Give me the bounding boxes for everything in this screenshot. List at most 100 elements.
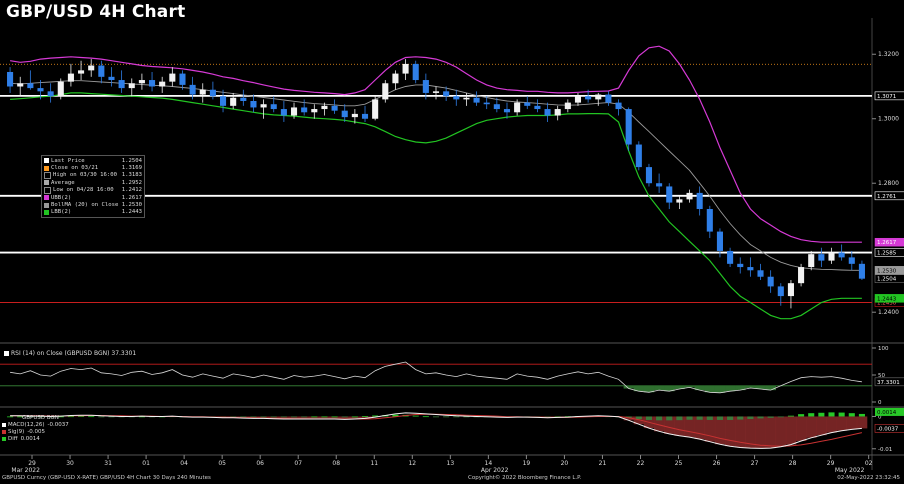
macd-histogram-bar bbox=[453, 416, 460, 418]
legend-value: 1.2443 bbox=[121, 209, 142, 216]
candle-body bbox=[189, 84, 196, 95]
rsi-value-label: 37.3301 bbox=[877, 380, 900, 386]
legend-swatch-icon bbox=[44, 195, 49, 201]
macd-histogram-bar bbox=[757, 416, 764, 419]
candle-body bbox=[747, 267, 754, 271]
macd-legend-label: MACD(12,26) bbox=[8, 421, 45, 428]
macd-neg-fill bbox=[755, 416, 766, 449]
rsi-label: RSI (14) on Close (GBPUSD BGN) 37.3301 bbox=[4, 350, 136, 357]
x-tick-label: 21 bbox=[599, 460, 607, 467]
x-tick-label: 07 bbox=[294, 460, 302, 467]
price-tick-label: 1.3000 bbox=[878, 116, 899, 123]
candle-body bbox=[787, 283, 794, 297]
candle-body bbox=[443, 91, 450, 97]
legend-value: 1.2412 bbox=[121, 187, 142, 194]
candle-body bbox=[17, 83, 24, 87]
value-label: 1.2530 bbox=[877, 268, 897, 274]
macd-legend-label: Diff bbox=[8, 435, 18, 442]
macd-legend-item: MACD(12,26) -0.0037 bbox=[2, 421, 69, 428]
candle-body bbox=[818, 254, 825, 261]
macd-legend-value: 0.0014 bbox=[20, 435, 40, 442]
candle-body bbox=[808, 254, 815, 268]
candle-body bbox=[88, 65, 95, 71]
candle-body bbox=[858, 263, 865, 279]
x-tick-label: 25 bbox=[675, 460, 683, 467]
candle-body bbox=[696, 192, 703, 210]
candle-body bbox=[666, 186, 673, 203]
candle-body bbox=[98, 65, 105, 77]
macd-neg-fill bbox=[816, 416, 827, 436]
x-tick-label: 22 bbox=[637, 460, 645, 467]
candle-body bbox=[169, 73, 176, 82]
macd-histogram-bar bbox=[808, 413, 815, 417]
x-tick-label: 30 bbox=[66, 460, 74, 467]
macd-histogram-bar bbox=[260, 416, 267, 418]
candle-body bbox=[757, 270, 764, 277]
x-tick-label: 05 bbox=[218, 460, 226, 467]
rsi-swatch-icon bbox=[4, 351, 9, 356]
candle-body bbox=[463, 97, 470, 100]
macd-histogram-bar bbox=[88, 416, 95, 418]
legend-item: LBB(2) 1.2443 bbox=[44, 209, 142, 216]
level-label: 1.2585 bbox=[877, 251, 897, 257]
candle-body bbox=[301, 107, 308, 113]
candle-body bbox=[544, 109, 551, 116]
x-tick-label: 08 bbox=[332, 460, 340, 467]
candle-body bbox=[615, 102, 622, 110]
candle-body bbox=[199, 89, 206, 95]
value-label: 1.2617 bbox=[877, 240, 897, 246]
macd-histogram-bar bbox=[240, 416, 247, 418]
x-month-label: Apr 2022 bbox=[481, 467, 509, 474]
x-tick-label: 20 bbox=[561, 460, 569, 467]
legend-label: Last Price bbox=[51, 157, 85, 164]
candle-body bbox=[716, 231, 723, 251]
rsi-tick-label: 100 bbox=[878, 346, 889, 352]
macd-histogram-bar bbox=[98, 416, 105, 418]
macd-neg-fill bbox=[796, 416, 807, 442]
candle-body bbox=[118, 80, 125, 89]
x-tick-label: 12 bbox=[408, 460, 416, 467]
level-label: 1.2761 bbox=[877, 194, 896, 200]
macd-neg-fill bbox=[785, 416, 797, 445]
macd-histogram-bar bbox=[828, 412, 835, 417]
legend-label: UBB(2) bbox=[51, 194, 72, 201]
candle-body bbox=[128, 83, 135, 89]
candle-body bbox=[828, 252, 835, 261]
macd-histogram-bar bbox=[311, 416, 318, 418]
candle-body bbox=[280, 109, 287, 116]
x-tick-label: 04 bbox=[180, 460, 188, 467]
x-tick-label: 06 bbox=[256, 460, 264, 467]
candle-body bbox=[534, 105, 541, 110]
candle-body bbox=[676, 199, 683, 203]
candle-body bbox=[67, 73, 74, 82]
macd-histogram-bar bbox=[787, 415, 794, 417]
x-tick-label: 26 bbox=[713, 460, 721, 467]
macd-histogram-bar bbox=[848, 413, 855, 417]
macd-histogram-bar bbox=[727, 416, 734, 420]
macd-value-label: -0.0037 bbox=[877, 426, 899, 432]
macd-histogram-bar bbox=[767, 416, 774, 418]
legend-swatch-icon bbox=[44, 165, 49, 171]
macd-histogram-bar bbox=[67, 416, 74, 418]
macd-histogram-bar bbox=[716, 416, 723, 420]
x-month-label: May 2022 bbox=[835, 467, 865, 474]
candle-body bbox=[27, 83, 34, 89]
macd-histogram-bar bbox=[250, 416, 257, 418]
candle-body bbox=[372, 99, 379, 119]
macd-legend-value: -0.005 bbox=[27, 428, 46, 435]
price-tick-label: 1.2800 bbox=[878, 180, 899, 187]
candle-body bbox=[138, 80, 145, 84]
candle-body bbox=[57, 81, 64, 97]
candle-body bbox=[848, 257, 855, 264]
macd-histogram-bar bbox=[361, 416, 369, 417]
macd-histogram-bar bbox=[280, 416, 287, 418]
rsi-tick-label: 0 bbox=[878, 400, 882, 406]
candle-body bbox=[331, 105, 338, 111]
x-tick-label: 14 bbox=[485, 460, 493, 467]
macd-histogram-bar bbox=[747, 416, 754, 419]
legend-value: 1.3183 bbox=[121, 172, 142, 179]
macd-histogram-bar bbox=[422, 416, 429, 418]
x-tick-label: 29 bbox=[827, 460, 835, 467]
macd-neg-fill bbox=[826, 416, 837, 433]
macd-histogram-bar bbox=[635, 416, 642, 420]
